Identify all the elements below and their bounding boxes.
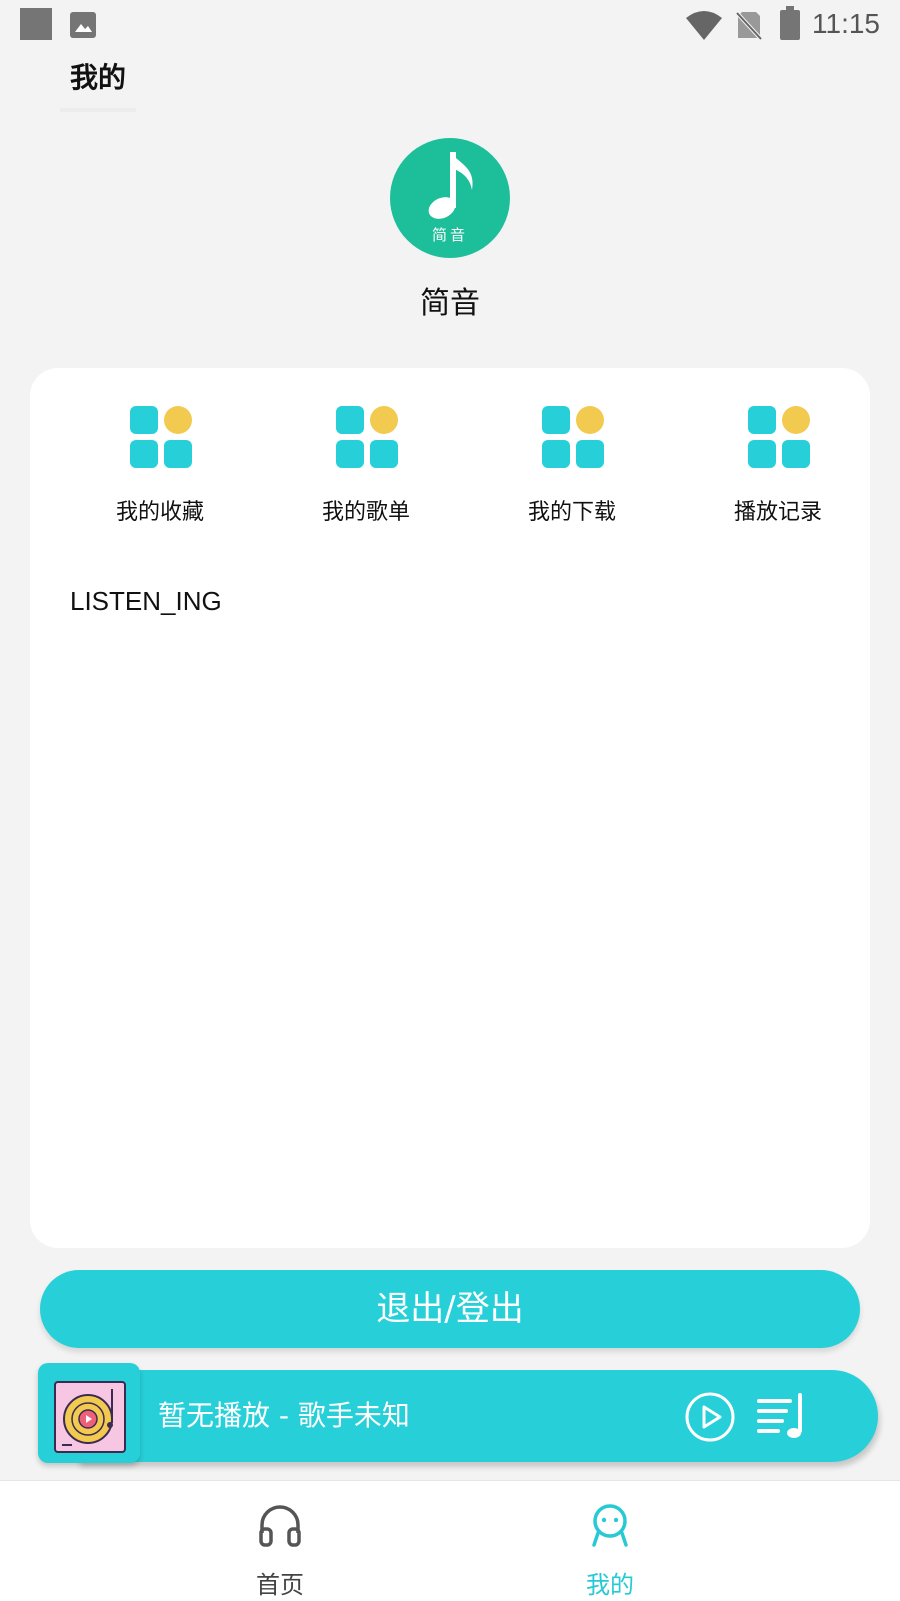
album-art[interactable] — [38, 1363, 140, 1463]
turntable-icon — [54, 1381, 126, 1453]
bottom-nav: 首页 我的 — [0, 1480, 900, 1601]
nav-item-mine[interactable]: 我的 — [550, 1481, 670, 1601]
image-notification-icon — [70, 12, 96, 38]
menu-item-label: 播放记录 — [733, 500, 822, 525]
playlist-queue-icon[interactable] — [756, 1391, 808, 1443]
wifi-icon — [686, 11, 722, 40]
listening-section-title: LISTEN_ING — [70, 586, 222, 616]
grid-icon — [748, 406, 812, 470]
battery-icon — [780, 6, 800, 40]
page-title: 我的 — [60, 56, 137, 112]
status-bar: 11:15 — [0, 0, 900, 50]
notification-icon — [20, 8, 52, 40]
mini-player[interactable]: 暂无播放 - 歌手未知 — [38, 1363, 878, 1463]
grid-icon — [336, 406, 400, 470]
grid-icon — [542, 406, 606, 470]
play-icon[interactable] — [684, 1391, 736, 1443]
now-playing-text: 暂无播放 - 歌手未知 — [158, 1399, 410, 1432]
avatar-label: 简音 — [431, 226, 468, 244]
menu-item-playlists[interactable]: 我的歌单 — [296, 406, 436, 536]
user-name: 简音 — [420, 286, 480, 321]
menu-item-label: 我的收藏 — [115, 500, 204, 525]
nav-label: 我的 — [586, 1571, 634, 1599]
no-sim-icon — [736, 11, 762, 40]
status-time: 11:15 — [812, 8, 880, 39]
menu-item-label: 我的下载 — [527, 500, 616, 525]
headphones-icon — [259, 1505, 301, 1547]
menu-item-history[interactable]: 播放记录 — [708, 406, 848, 536]
menu-item-downloads[interactable]: 我的下载 — [502, 406, 642, 536]
nav-item-home[interactable]: 首页 — [220, 1481, 340, 1601]
feature-card: 我的收藏 我的歌单 我的下载 播放记录 LISTEN_ING — [30, 368, 870, 1248]
avatar[interactable]: 简音 — [390, 138, 510, 258]
logout-button[interactable]: 退出/登出 — [40, 1270, 860, 1348]
menu-item-label: 我的歌单 — [321, 500, 410, 525]
nav-label: 首页 — [256, 1571, 304, 1599]
smiley-user-icon — [592, 1504, 628, 1547]
grid-icon — [130, 406, 194, 470]
menu-item-favorites[interactable]: 我的收藏 — [90, 406, 230, 536]
